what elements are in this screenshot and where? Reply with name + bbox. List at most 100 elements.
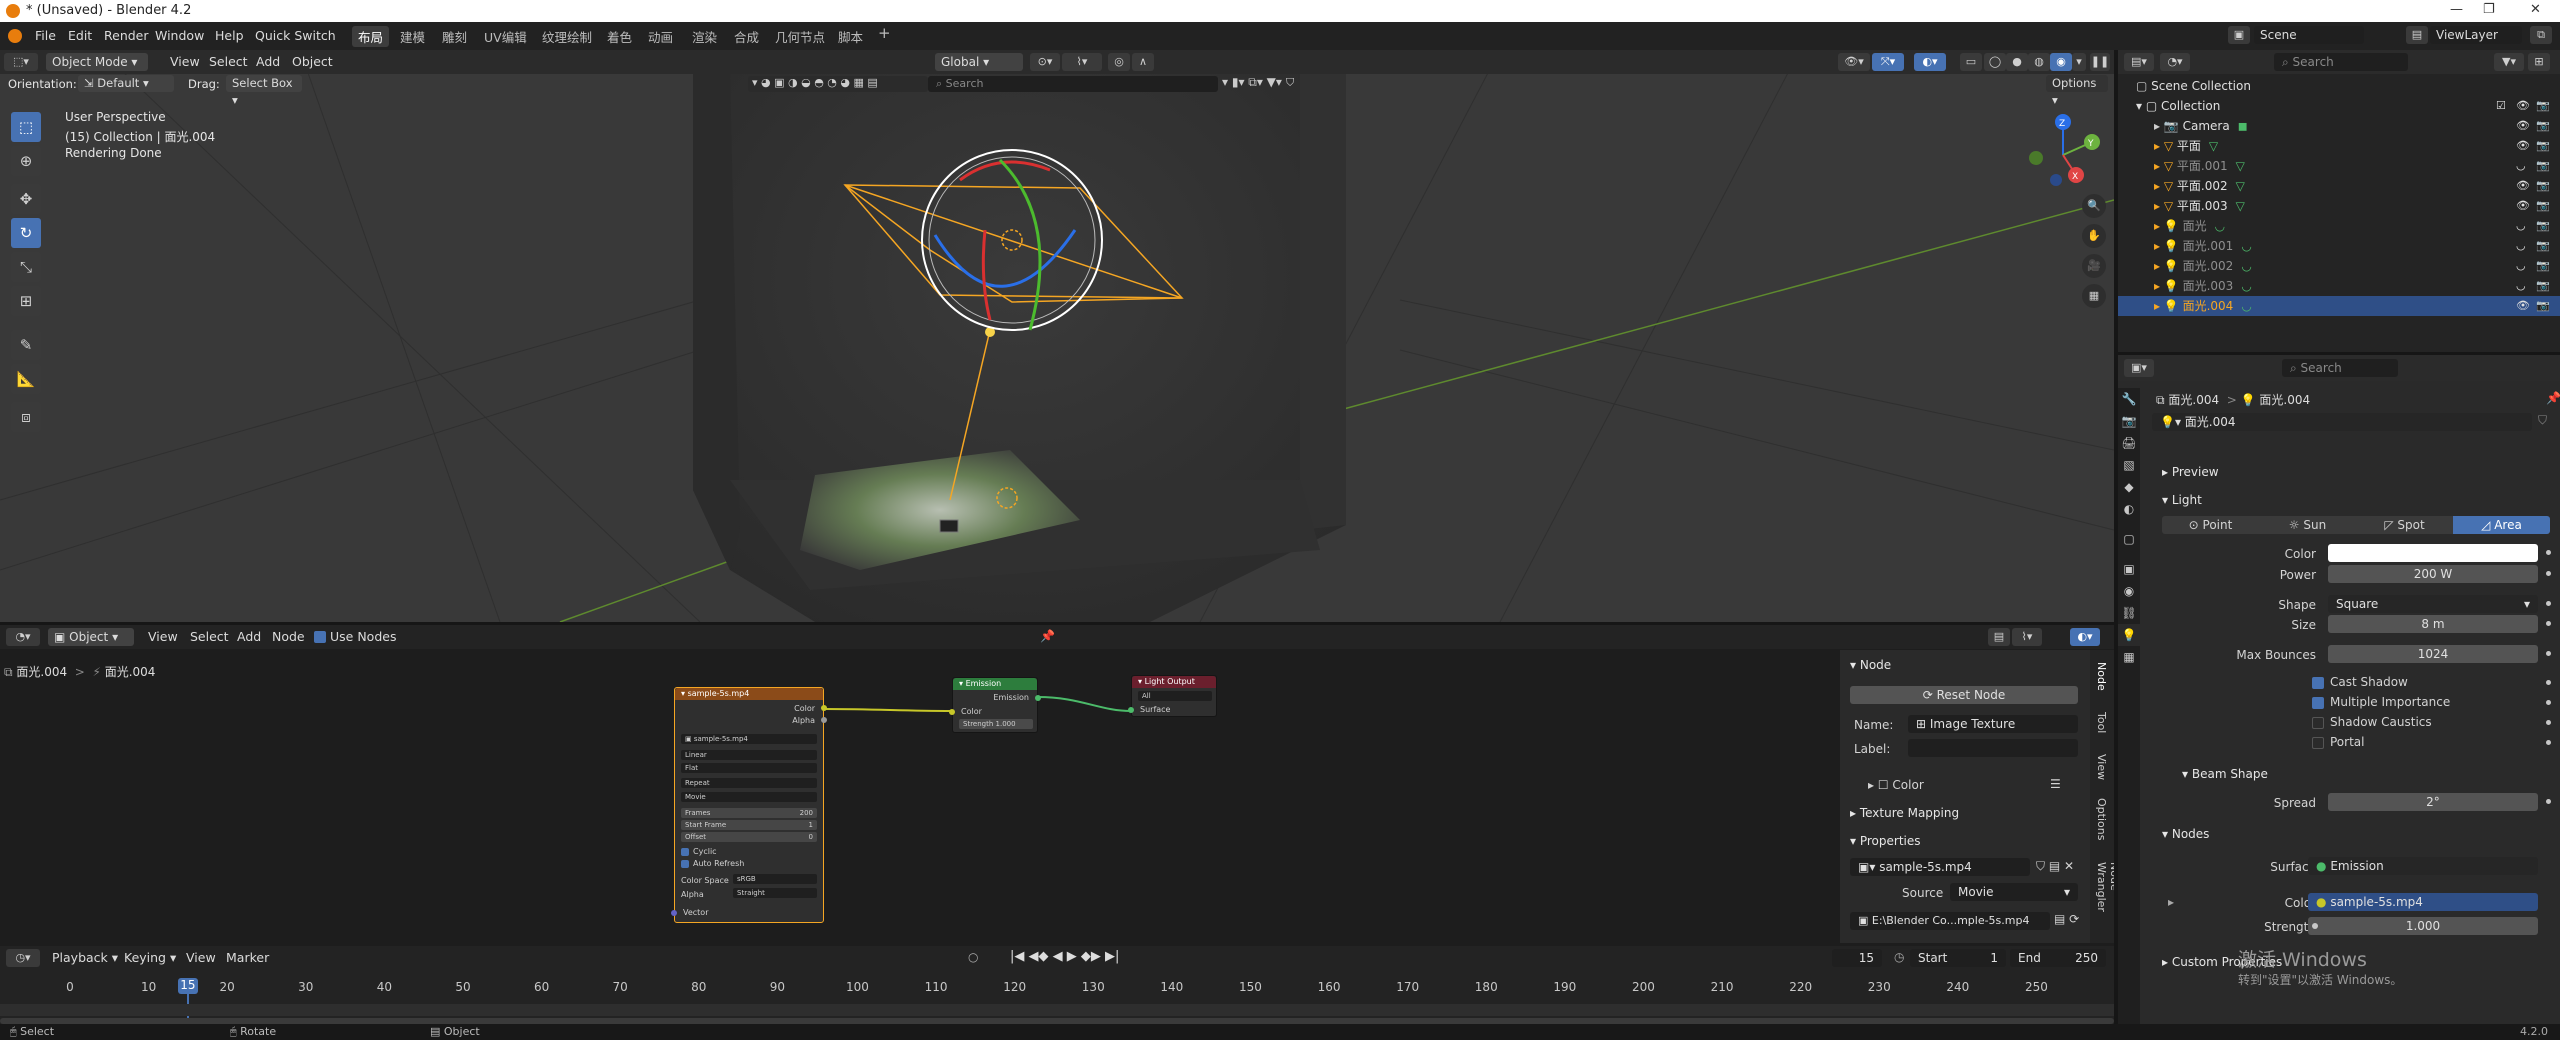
- current-frame-indicator[interactable]: 15: [177, 978, 198, 994]
- color-keyframe-dot[interactable]: [2546, 550, 2551, 555]
- object-data-icon[interactable]: ◡: [2241, 259, 2251, 273]
- np-image-actions-icons[interactable]: ⛉ ▤ ✕: [2036, 859, 2074, 874]
- properties-search-input[interactable]: ⌕ Search: [2282, 359, 2398, 377]
- workspace-tab-rendering[interactable]: 渲染: [690, 27, 719, 46]
- visibility-eye-icon[interactable]: 👁: [2516, 136, 2530, 156]
- outliner-collection[interactable]: ▾ ▢ Collection ☑ 👁 📷: [2118, 96, 2560, 116]
- visibility-eye-icon[interactable]: 👁: [2516, 296, 2530, 316]
- image-datablock-field[interactable]: ▣ sample-5s.mp4: [681, 734, 817, 744]
- size-field[interactable]: 8 m: [2328, 615, 2538, 633]
- preview-section[interactable]: ▸ Preview: [2162, 465, 2219, 479]
- offset-field[interactable]: Offset 0: [681, 832, 817, 842]
- object-data-icon[interactable]: ▽: [2209, 139, 2218, 153]
- light-output-node[interactable]: ▾ Light Output All Surface: [1128, 675, 1217, 717]
- pause-render-icon[interactable]: ❚❚: [2090, 53, 2110, 71]
- visibility-eye-icon[interactable]: ◡: [2516, 256, 2526, 276]
- extension-dropdown[interactable]: Repeat: [681, 778, 817, 788]
- node-color-list-icon[interactable]: ☰: [2050, 777, 2061, 791]
- mode-selector[interactable]: Object Mode ▾: [46, 53, 148, 71]
- gizmo-toggle-icon[interactable]: ⤧▾: [1872, 53, 1904, 71]
- menu-help[interactable]: Help: [215, 28, 244, 43]
- light-data-tab-icon[interactable]: 💡: [2118, 624, 2140, 646]
- shape-dropdown[interactable]: Square ▾: [2328, 595, 2538, 613]
- workspace-tab-layout[interactable]: 布局: [352, 26, 390, 47]
- outliner-row[interactable]: ▸ 💡 面光 ◡ ◡ 📷: [2118, 216, 2560, 236]
- properties-editor[interactable]: ▣▾ ⌕ Search ⧉ 面光.004 > 💡 面光.004 📌 💡▾ 面光.…: [2118, 355, 2560, 1024]
- shading-options-icon[interactable]: ▾: [2072, 53, 2086, 71]
- start-frame-field[interactable]: Start Frame 1: [681, 820, 817, 830]
- visibility-eye-icon[interactable]: ◡: [2516, 236, 2526, 256]
- cursor-tool-icon[interactable]: ⊕: [11, 146, 41, 176]
- node-label-input[interactable]: [1908, 739, 2078, 757]
- frames-field[interactable]: Frames 200: [681, 808, 817, 818]
- spread-keyframe-dot[interactable]: [2546, 799, 2551, 804]
- nodes-section[interactable]: ▾ Nodes: [2162, 827, 2209, 841]
- visibility-eye-icon[interactable]: 👁: [2516, 176, 2530, 196]
- light-output-target-dropdown[interactable]: All: [1138, 691, 1212, 701]
- vector-input-socket[interactable]: [671, 910, 677, 916]
- color-input-expand-icon[interactable]: ▸: [2168, 895, 2174, 909]
- scene-selector[interactable]: Scene: [2254, 26, 2364, 44]
- node-section-header[interactable]: ▾ Node: [1850, 658, 1891, 672]
- outliner-row[interactable]: ▸ 💡 面光.003 ◡ ◡ 📷: [2118, 276, 2560, 296]
- camera-view-icon[interactable]: 🎥: [2082, 254, 2106, 278]
- proportional-edit-icon[interactable]: ◎: [1108, 53, 1130, 71]
- outliner-row[interactable]: ▸ 💡 面光.002 ◡ ◡ 📷: [2118, 256, 2560, 276]
- workspace-tab-sculpt[interactable]: 雕刻: [440, 27, 469, 46]
- transform-tool-icon[interactable]: ⊞: [11, 286, 41, 316]
- spread-field[interactable]: 2°: [2328, 793, 2538, 811]
- workspace-tab-uv[interactable]: UV编辑: [482, 27, 529, 46]
- close-icon[interactable]: ✕: [2530, 2, 2541, 17]
- ortho-toggle-icon[interactable]: ▦: [2082, 284, 2106, 308]
- filter-icons[interactable]: ▾ ▮▾ ⧉▾ ▼▾ ⛉: [1222, 75, 1294, 90]
- power-field[interactable]: 200 W: [2328, 565, 2538, 583]
- interpolation-dropdown[interactable]: Linear: [681, 750, 817, 760]
- image-node-header[interactable]: ▾ sample-5s.mp4: [675, 688, 823, 700]
- light-datablock-field[interactable]: 💡▾ 面光.004: [2152, 413, 2532, 431]
- render-visibility-icon[interactable]: 📷: [2536, 156, 2550, 176]
- outliner-row[interactable]: ▸ 💡 面光.001 ◡ ◡ 📷: [2118, 236, 2560, 256]
- outliner-row[interactable]: ▸ ▽ 平面.003 ▽ 👁 📷: [2118, 196, 2560, 216]
- menu-file[interactable]: File: [35, 28, 56, 43]
- workspace-tab-modeling[interactable]: 建模: [398, 27, 427, 46]
- collection-exclude-checkbox[interactable]: ☑: [2496, 96, 2506, 116]
- render-visibility-icon[interactable]: 📷: [2536, 196, 2550, 216]
- world-tab-icon[interactable]: ◐: [2118, 498, 2140, 520]
- properties-section[interactable]: ▾ Properties: [1850, 834, 1921, 848]
- properties-pin-icon[interactable]: 📌: [2546, 391, 2560, 405]
- projection-dropdown[interactable]: Flat: [681, 763, 817, 773]
- collection-tab-icon[interactable]: ▢: [2118, 528, 2140, 550]
- alpha-output-socket[interactable]: [821, 717, 827, 723]
- fake-user-icon[interactable]: ⛉: [2538, 413, 2547, 428]
- physics-tab-icon[interactable]: ◉: [2118, 580, 2140, 602]
- scene-browse-icon[interactable]: ▣: [2228, 26, 2250, 44]
- viewport-menu-object[interactable]: Object: [292, 54, 333, 69]
- property-checkbox[interactable]: [2312, 697, 2324, 709]
- node-overlay-icon[interactable]: ◐▾: [2070, 628, 2100, 646]
- node-slot-icon[interactable]: ▤: [1988, 628, 2010, 646]
- 3d-viewport[interactable]: ⬚▾ Object Mode ▾ View Select Add Object …: [0, 50, 2114, 622]
- view-layer-add-icon[interactable]: ⧉: [2530, 26, 2552, 44]
- add-workspace-button[interactable]: +: [876, 24, 893, 42]
- render-tab-icon[interactable]: 📷: [2118, 410, 2140, 432]
- add-cube-tool-icon[interactable]: ⧈: [11, 402, 41, 432]
- shading-rendered-icon[interactable]: ◉: [2050, 53, 2072, 71]
- object-data-icon[interactable]: ▽: [2236, 179, 2245, 193]
- outliner-search-input[interactable]: ⌕ Search: [2274, 53, 2408, 71]
- node-name-input[interactable]: ⊞ Image Texture: [1908, 715, 2078, 733]
- surface-input-socket[interactable]: [1128, 707, 1134, 713]
- node-snap-icon[interactable]: ⌇▾: [2012, 628, 2042, 646]
- object-data-icon[interactable]: ◡: [2215, 219, 2225, 233]
- shader-node-editor[interactable]: ◔▾ ▣ Object ▾ View Select Add Node Use N…: [0, 625, 2114, 943]
- outliner-filter-icon[interactable]: ▼▾: [2494, 53, 2524, 71]
- render-visibility-icon[interactable]: 📷: [2536, 136, 2550, 156]
- menu-edit[interactable]: Edit: [68, 28, 92, 43]
- new-collection-icon[interactable]: ⊞: [2528, 53, 2550, 71]
- color-space-dropdown[interactable]: sRGB: [733, 874, 817, 884]
- zoom-view-icon[interactable]: 🔍: [2082, 194, 2106, 218]
- property-checkbox[interactable]: [2312, 717, 2324, 729]
- checkbox-keyframe-dot[interactable]: [2546, 700, 2551, 705]
- falloff-icon[interactable]: ∧: [1132, 53, 1154, 71]
- size-keyframe-dot[interactable]: [2546, 621, 2551, 626]
- viewport-menu-select[interactable]: Select: [209, 54, 248, 69]
